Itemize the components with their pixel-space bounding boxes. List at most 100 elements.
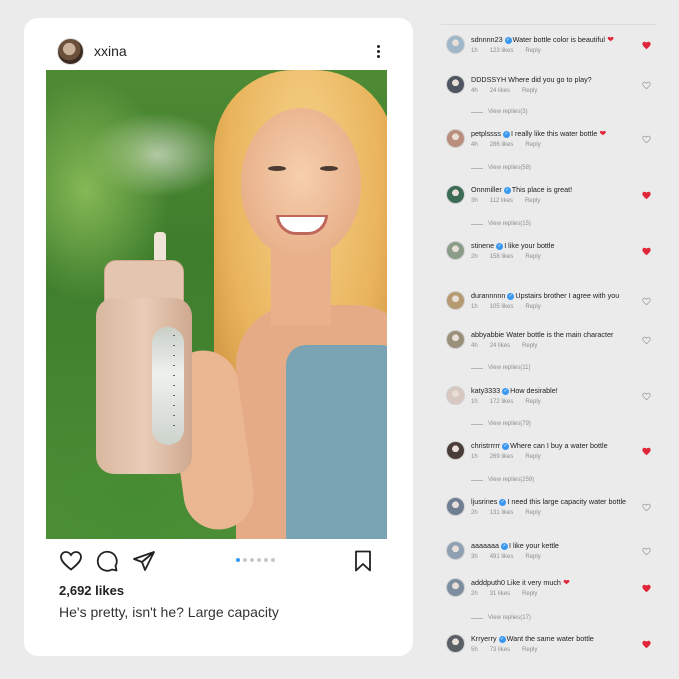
comment-likes[interactable]: 112 likes [490, 198, 513, 204]
comment-avatar[interactable] [446, 386, 465, 405]
comment-likes[interactable]: 269 likes [490, 454, 514, 460]
comment-heart-icon[interactable] [642, 336, 651, 345]
more-options-icon[interactable] [375, 44, 381, 58]
reply-link[interactable]: Reply [525, 454, 540, 460]
comment-avatar[interactable] [446, 578, 465, 597]
verified-badge-icon: ✓ [496, 242, 504, 250]
reply-link[interactable]: Reply [525, 198, 540, 204]
reply-link[interactable]: Reply [525, 254, 540, 260]
verified-badge-icon: ✓ [507, 292, 515, 300]
comment-heart-icon[interactable] [642, 640, 651, 649]
verified-badge-icon: ✓ [503, 186, 511, 194]
comment-time: 4h [471, 88, 478, 94]
heart-emoji-icon: ❤ [605, 35, 614, 44]
comment-username[interactable]: christrrrrr [471, 441, 500, 450]
comment-likes[interactable]: 24 likes [490, 88, 510, 94]
view-replies-link[interactable]: View replies(58) [471, 165, 531, 171]
comment-avatar[interactable] [446, 241, 465, 260]
comment-text: Water bottle is the main character [506, 330, 614, 339]
comment-username[interactable]: Onnmiller [471, 185, 502, 194]
comment-time: 3h [471, 198, 478, 204]
reply-link[interactable]: Reply [525, 48, 540, 54]
comment-avatar[interactable] [446, 129, 465, 148]
comment-time: 1h [471, 399, 478, 405]
comment-heart-icon[interactable] [642, 247, 651, 256]
comment-avatar[interactable] [446, 541, 465, 560]
comment-likes[interactable]: 24 likes [490, 343, 510, 349]
comment-username[interactable]: sdnnnn23 [471, 35, 503, 44]
bookmark-icon[interactable] [351, 549, 375, 573]
comment-text: I need this large capacity water bottle [507, 497, 627, 506]
reply-link[interactable]: Reply [525, 399, 540, 405]
comment-username[interactable]: Krryerry [471, 634, 497, 643]
comment-username[interactable]: adddputh0 [471, 578, 505, 587]
comment-heart-icon[interactable] [642, 392, 651, 401]
comment-heart-icon[interactable] [642, 81, 651, 90]
comment-username[interactable]: petplssss [471, 129, 501, 138]
heart-icon[interactable] [59, 549, 83, 573]
comment-avatar[interactable] [446, 291, 465, 310]
comment-username[interactable]: DDDSSYH [471, 75, 506, 84]
view-replies-link[interactable]: View replies(15) [471, 221, 531, 227]
comment-time: 4h [471, 142, 478, 148]
comment-text: I like your kettle [508, 541, 559, 550]
comment-heart-icon[interactable] [642, 584, 651, 593]
reply-link[interactable]: Reply [522, 88, 537, 94]
verified-badge-icon: ✓ [499, 498, 507, 506]
comment-time: 4h [471, 343, 478, 349]
comment-icon[interactable] [95, 549, 119, 573]
comment-heart-icon[interactable] [642, 503, 651, 512]
comment-username[interactable]: abbyabbie [471, 330, 504, 339]
comment-heart-icon[interactable] [642, 191, 651, 200]
comment-likes[interactable]: 286 likes [490, 142, 514, 148]
comment-avatar[interactable] [446, 497, 465, 516]
post-username[interactable]: xxina [94, 43, 127, 59]
reply-link[interactable]: Reply [522, 591, 537, 597]
comment-avatar[interactable] [446, 35, 465, 54]
view-replies-link[interactable]: View replies(11) [471, 365, 530, 371]
post-photo[interactable] [46, 70, 387, 539]
view-replies-link[interactable]: View replies(259) [471, 477, 534, 483]
comment-likes[interactable]: 172 likes [490, 399, 514, 405]
comment-avatar[interactable] [446, 185, 465, 204]
share-icon[interactable] [132, 549, 156, 573]
comment-username[interactable]: stinene [471, 241, 494, 250]
reply-link[interactable]: Reply [525, 304, 540, 310]
comment-heart-icon[interactable] [642, 447, 651, 456]
reply-link[interactable]: Reply [525, 142, 540, 148]
comment-likes[interactable]: 31 likes [490, 591, 510, 597]
comment-likes[interactable]: 105 likes [490, 304, 514, 310]
comment-heart-icon[interactable] [642, 547, 651, 556]
comment-avatar[interactable] [446, 330, 465, 349]
comment-time: 2h [471, 510, 478, 516]
comment-likes[interactable]: 73 likes [490, 647, 510, 653]
comment-likes[interactable]: 131 likes [490, 510, 514, 516]
comment-username[interactable]: katy3333 [471, 386, 500, 395]
comment-heart-icon[interactable] [642, 41, 651, 50]
post-header: xxina [57, 37, 381, 65]
avatar[interactable] [57, 37, 84, 65]
comments-panel: sdnnnn23 ✓ Water bottle color is beautiful… [441, 24, 657, 664]
comment-text: Water bottle color is beautiful [512, 35, 605, 44]
verified-badge-icon: ✓ [498, 635, 506, 643]
comment-avatar[interactable] [446, 75, 465, 94]
view-replies-link[interactable]: View replies(3) [471, 109, 528, 115]
reply-link[interactable]: Reply [525, 554, 540, 560]
comment-username[interactable]: aaaaaaa [471, 541, 499, 550]
reply-link[interactable]: Reply [525, 510, 540, 516]
view-replies-link[interactable]: View replies(17) [471, 615, 531, 621]
comment-avatar[interactable] [446, 441, 465, 460]
comment-text: Want the same water bottle [506, 634, 594, 643]
comment-heart-icon[interactable] [642, 297, 651, 306]
comment-username[interactable]: durannnnn [471, 291, 505, 300]
comment-likes[interactable]: 158 likes [490, 254, 514, 260]
comment-heart-icon[interactable] [642, 135, 651, 144]
comment-time: 3h [471, 554, 478, 560]
comment-username[interactable]: ljusrines [471, 497, 497, 506]
comment-likes[interactable]: 491 likes [490, 554, 514, 560]
reply-link[interactable]: Reply [522, 343, 537, 349]
reply-link[interactable]: Reply [522, 647, 537, 653]
view-replies-link[interactable]: View replies(79) [471, 421, 531, 427]
comment-avatar[interactable] [446, 634, 465, 653]
comment-likes[interactable]: 123 likes [490, 48, 514, 54]
